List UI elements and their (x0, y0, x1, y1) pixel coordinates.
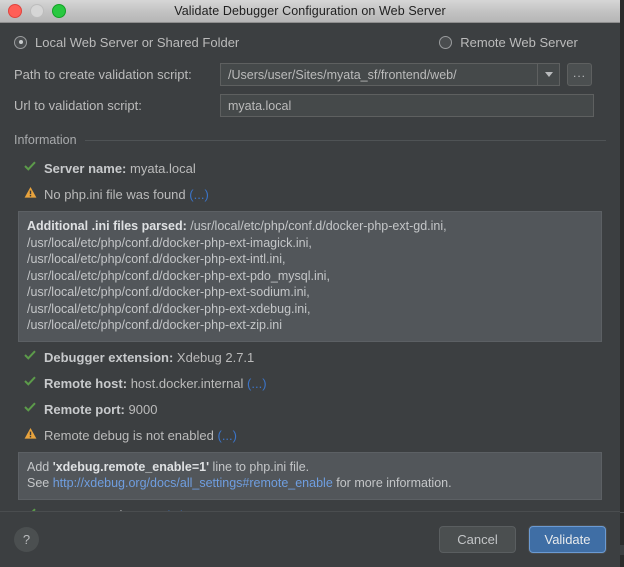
info-row-debugger-extension: Debugger extension: Xdebug 2.7.1 (14, 345, 606, 371)
warning-icon (24, 423, 44, 440)
minimize-button-icon[interactable] (30, 4, 44, 18)
info-value: 9000 (128, 401, 158, 417)
info-row-text: Debugger extension: Xdebug 2.7.1 (44, 345, 254, 371)
radio-local-label: Local Web Server or Shared Folder (35, 34, 240, 50)
path-dropdown-button[interactable] (537, 64, 559, 85)
radio-remote-web-server[interactable]: Remote Web Server (439, 35, 578, 50)
hint-line2-post: for more information. (332, 476, 452, 490)
validate-button[interactable]: Validate (529, 526, 606, 553)
info-label: Remote host: (44, 375, 128, 391)
info-row-remote-port: Remote port: 9000 (14, 397, 606, 423)
info-row-text: No php.ini file was found (...) (44, 182, 209, 208)
info-label: Server name: (44, 161, 127, 176)
ini-file-1: /usr/local/etc/php/conf.d/docker-php-ext… (27, 235, 312, 250)
radio-selected-icon (14, 35, 27, 49)
info-row-remote-debug-disabled: Remote debug is not enabled (...) (14, 423, 606, 449)
hint-code: 'xdebug.remote_enable=1' (52, 459, 210, 474)
info-value: Xdebug 2.7.1 (176, 349, 255, 365)
info-value: Remote debug is not enabled (44, 427, 214, 443)
info-value: No php.ini file was found (44, 187, 186, 202)
validate-debugger-dialog: Validate Debugger Configuration on Web S… (0, 0, 620, 567)
ini-file-5: /usr/local/etc/php/conf.d/docker-php-ext… (27, 301, 311, 316)
hint-line1-post: line to php.ini file. (209, 459, 310, 474)
warning-icon (24, 182, 44, 199)
ini-file-0: /usr/local/etc/php/conf.d/docker-php-ext… (190, 219, 447, 233)
url-label: Url to validation script: (14, 98, 142, 113)
dialog-footer: ? Cancel Validate (0, 511, 620, 567)
hint-line1-pre: Add (27, 459, 53, 474)
window-title: Validate Debugger Configuration on Web S… (174, 4, 446, 18)
radio-remote-label: Remote Web Server (460, 34, 578, 50)
server-mode-radio-group: Local Web Server or Shared Folder Remote… (14, 25, 606, 59)
info-row-remote-host: Remote host: host.docker.internal (...) (14, 371, 606, 397)
details-link[interactable]: (...) (189, 187, 209, 202)
ini-file-3: /usr/local/etc/php/conf.d/docker-php-ext… (27, 268, 330, 283)
hint-line2-pre: See (27, 476, 53, 490)
radio-local-web-server[interactable]: Local Web Server or Shared Folder (14, 35, 239, 50)
xdebug-hint-box: Add 'xdebug.remote_enable=1' line to php… (18, 451, 602, 500)
title-bar: Validate Debugger Configuration on Web S… (0, 0, 620, 23)
background-window-edge (620, 0, 624, 567)
path-combobox[interactable]: /Users/user/Sites/myata_sf/frontend/web/ (220, 63, 560, 86)
browse-button[interactable]: ... (567, 63, 592, 86)
check-icon (24, 371, 44, 387)
help-button[interactable]: ? (14, 527, 39, 552)
info-row-text: Server name: myata.local (44, 156, 196, 182)
ini-file-2: /usr/local/etc/php/conf.d/docker-php-ext… (27, 252, 286, 266)
ini-box-label: Additional .ini files parsed: (27, 219, 187, 233)
path-field-row: Path to create validation script: /Users… (14, 59, 606, 90)
info-row-text: Remote host: host.docker.internal (...) (44, 371, 267, 397)
url-field-row: Url to validation script: myata.local (14, 90, 606, 121)
details-link[interactable]: (...) (247, 376, 267, 391)
check-icon (24, 397, 44, 413)
xdebug-docs-link[interactable]: http://xdebug.org/docs/all_settings#remo… (53, 476, 333, 490)
check-icon (24, 503, 44, 511)
ini-file-6: /usr/local/etc/php/conf.d/docker-php-ext… (27, 318, 282, 332)
traffic-lights (8, 0, 66, 22)
close-button-icon[interactable] (8, 4, 22, 18)
info-row-text: Remote debug is not enabled (...) (44, 423, 237, 449)
info-value: myata.local (130, 161, 196, 176)
zoom-button-icon[interactable] (52, 4, 66, 18)
path-label: Path to create validation script: (14, 67, 192, 82)
chevron-down-icon (544, 72, 553, 77)
dialog-content: Local Web Server or Shared Folder Remote… (0, 23, 620, 511)
info-value: host.docker.internal (130, 375, 244, 391)
info-row-text: Remote mode: 'req' (...) (44, 503, 185, 512)
check-icon (24, 156, 44, 172)
info-row-remote-mode: Remote mode: 'req' (...) (14, 503, 606, 512)
information-group-header: Information (14, 131, 606, 149)
group-divider (84, 139, 606, 141)
radio-unselected-icon (439, 35, 453, 49)
info-label: Debugger extension: (44, 349, 174, 365)
check-icon (24, 345, 44, 361)
information-list: Server name: myata.local No php.ini file… (14, 156, 606, 511)
cancel-button[interactable]: Cancel (439, 526, 516, 553)
url-input[interactable]: myata.local (220, 94, 594, 117)
path-value[interactable]: /Users/user/Sites/myata_sf/frontend/web/ (221, 64, 537, 85)
edge-line-2 (620, 545, 624, 555)
information-title: Information (14, 133, 77, 147)
info-row-text: Remote port: 9000 (44, 397, 157, 423)
edge-line-1 (620, 512, 624, 513)
info-row-no-php-ini: No php.ini file was found (...) (14, 182, 606, 208)
info-row-server-name: Server name: myata.local (14, 156, 606, 182)
additional-ini-files-box: Additional .ini files parsed: /usr/local… (18, 211, 602, 342)
ini-file-4: /usr/local/etc/php/conf.d/docker-php-ext… (27, 285, 310, 299)
details-link[interactable]: (...) (217, 428, 237, 443)
info-label: Remote port: (44, 401, 125, 417)
